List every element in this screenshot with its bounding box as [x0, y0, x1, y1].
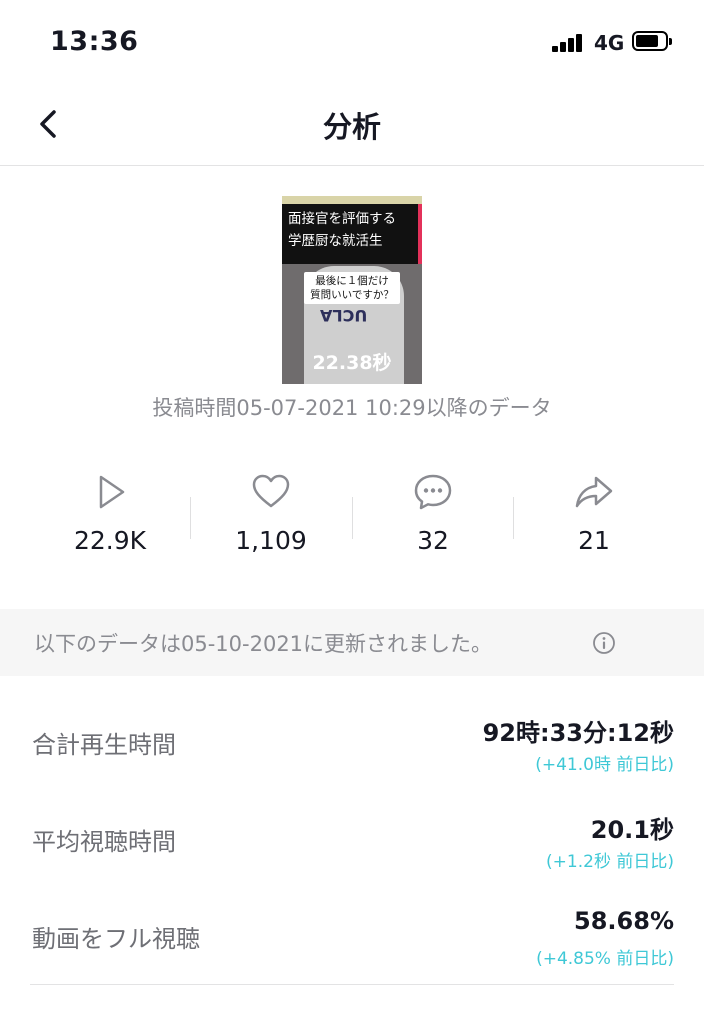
video-duration: 22.38秒: [312, 352, 392, 374]
share-icon: [575, 476, 613, 508]
stat-value: 20.1秒: [590, 816, 674, 844]
play-icon: [99, 475, 125, 509]
status-time: 13:36: [50, 26, 139, 57]
video-thumbnail[interactable]: UCLA 面接官を評価する 学歴厨な就活生 最後に１個だけ 質問いいですか？ 2…: [282, 196, 422, 384]
stat-value: 58.68%: [574, 907, 674, 935]
nav-bar: 分析: [0, 88, 704, 166]
likes-count: 1,109: [235, 526, 307, 555]
stat-label: 動画をフル視聴: [32, 925, 200, 953]
video-caption: 面接官を評価する 学歴厨な就活生: [282, 204, 418, 264]
comment-icon: [414, 474, 452, 510]
stat-delta: (+1.2秒 前日比): [546, 852, 674, 872]
stat-value: 92時:33分:12秒: [482, 719, 674, 747]
info-icon[interactable]: [592, 631, 616, 655]
comments-metric: 32: [352, 470, 514, 570]
network-type: 4G: [594, 31, 625, 55]
comments-count: 32: [417, 526, 449, 555]
likes-metric: 1,109: [190, 470, 352, 570]
stat-delta: (+4.85% 前日比): [536, 949, 674, 969]
shares-metric: 21: [513, 470, 675, 570]
stat-row-full-watch-rate: 動画をフル視聴 58.68% (+4.85% 前日比): [0, 899, 704, 995]
page-title: 分析: [322, 110, 381, 144]
status-bar: 13:36 4G: [0, 0, 704, 88]
heart-icon: [252, 474, 290, 508]
stat-row-average-watch-time: 平均視聴時間 20.1秒 (+1.2秒 前日比): [0, 802, 704, 898]
post-time: 投稿時間05-07-2021 10:29以降のデータ: [152, 396, 552, 420]
stat-label: 平均視聴時間: [32, 828, 176, 856]
stat-delta: (+41.0時 前日比): [535, 755, 674, 775]
update-notice: 以下のデータは05-10-2021に更新されました。: [34, 632, 493, 656]
update-notice-bar: 以下のデータは05-10-2021に更新されました。: [0, 609, 704, 676]
stat-label: 合計再生時間: [32, 731, 176, 759]
stat-row-total-play-time: 合計再生時間 92時:33分:12秒 (+41.0時 前日比): [0, 705, 704, 801]
video-subtitle: 最後に１個だけ 質問いいですか？: [304, 272, 400, 304]
shirt-text: UCLA: [320, 306, 368, 325]
plays-metric: 22.9K: [29, 470, 191, 570]
battery-icon: [632, 31, 672, 55]
plays-count: 22.9K: [73, 526, 147, 555]
shares-count: 21: [578, 526, 610, 555]
divider: [30, 984, 674, 985]
signal-icon: [552, 34, 586, 52]
